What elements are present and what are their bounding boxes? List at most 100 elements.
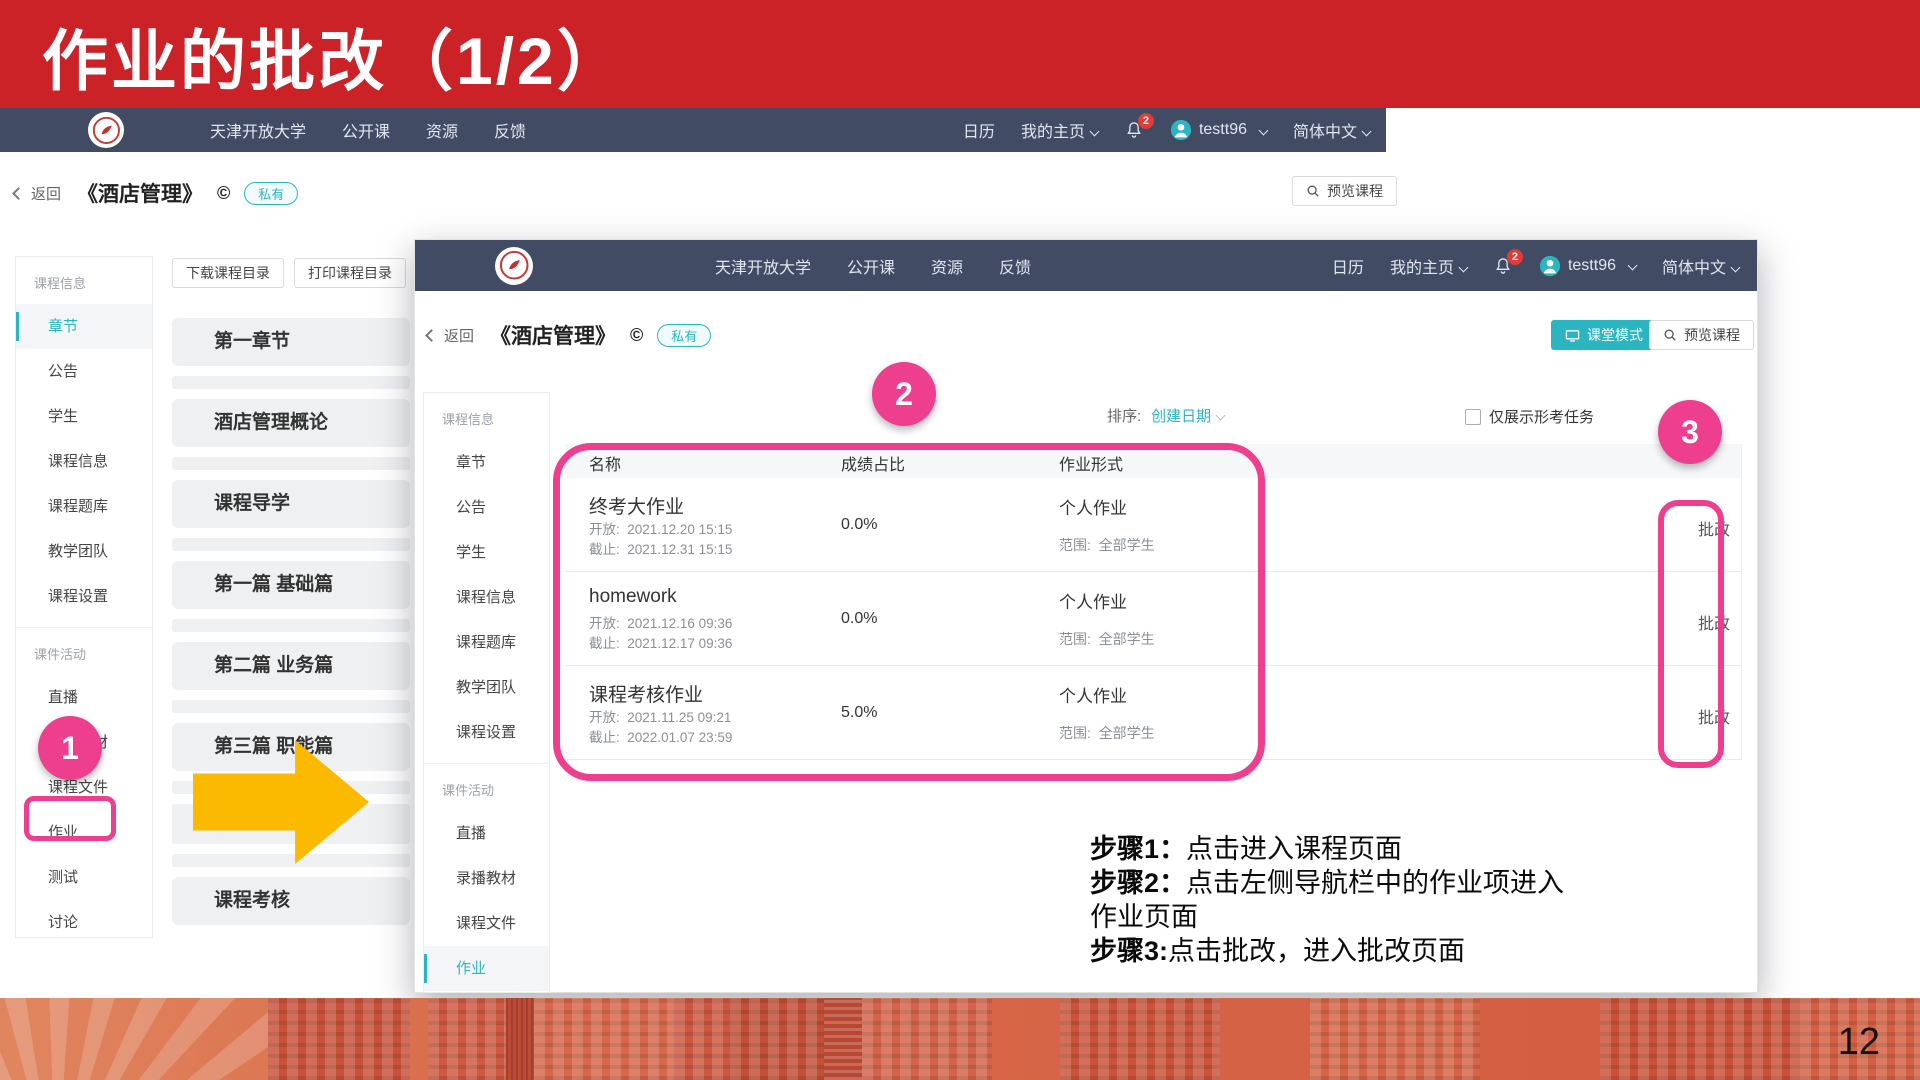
my-home-dropdown[interactable]: 我的主页 xyxy=(1021,118,1098,142)
sidebar-section-info: 课程信息 xyxy=(424,393,549,440)
chevron-down-icon xyxy=(1731,262,1741,272)
sidebar-item-course-info[interactable]: 课程信息 xyxy=(16,439,152,484)
sidebar-item-chapters[interactable]: 章节 xyxy=(424,440,549,485)
sidebar-section-activity: 课件活动 xyxy=(424,764,549,811)
footer-building xyxy=(1310,998,1480,1080)
chapter-block[interactable]: 课程导学 xyxy=(172,480,410,528)
chapter-block[interactable]: 第一章节 xyxy=(172,318,410,366)
nav-item-university[interactable]: 天津开放大学 xyxy=(715,254,811,278)
nav-item-open-courses[interactable]: 公开课 xyxy=(847,254,895,278)
course-title: 《酒店管理》 xyxy=(77,178,203,208)
presentation-icon xyxy=(1565,328,1580,343)
sidebar-item-teaching-team[interactable]: 教学团队 xyxy=(424,665,549,710)
sidebar-item-chapters[interactable]: 章节 xyxy=(16,304,152,349)
sidebar-item-live[interactable]: 直播 xyxy=(16,675,152,720)
visibility-badge: 私有 xyxy=(657,324,711,347)
chevron-down-icon xyxy=(1459,262,1469,272)
user-menu[interactable]: testt96 xyxy=(1170,119,1267,141)
download-catalog-button[interactable]: 下载课程目录 xyxy=(172,258,284,288)
chapter-block[interactable]: 第二篇 业务篇 xyxy=(172,642,410,690)
sidebar-item-students[interactable]: 学生 xyxy=(424,530,549,575)
user-menu[interactable]: testt96 xyxy=(1539,255,1636,277)
sidebar-item-live[interactable]: 直播 xyxy=(424,811,549,856)
nav-item-feedback[interactable]: 反馈 xyxy=(494,118,526,142)
nav-item-resources[interactable]: 资源 xyxy=(426,118,458,142)
filter-label: 仅展示形考任务 xyxy=(1489,406,1594,427)
nav-item-open-courses[interactable]: 公开课 xyxy=(342,118,390,142)
sidebar-item-course-files[interactable]: 课程文件 xyxy=(424,901,549,946)
university-logo-icon xyxy=(88,112,124,148)
preview-course-button[interactable]: 预览课程 xyxy=(1649,320,1754,350)
highlight-box-assignments-table xyxy=(553,443,1265,781)
sidebar-item-discussions[interactable]: 讨论 xyxy=(16,900,152,945)
chevron-down-icon xyxy=(1090,127,1100,137)
sort-value: 创建日期 xyxy=(1151,405,1211,426)
my-home-dropdown[interactable]: 我的主页 xyxy=(1390,254,1467,278)
highlight-box-assignments-item xyxy=(24,796,116,841)
sort-label: 排序: xyxy=(1107,405,1141,426)
language-dropdown[interactable]: 简体中文 xyxy=(1662,254,1739,278)
sidebar-item-announcements[interactable]: 公告 xyxy=(16,349,152,394)
back-button[interactable]: 返回 xyxy=(31,183,61,204)
notification-badge: 2 xyxy=(1138,113,1154,129)
calendar-link[interactable]: 日历 xyxy=(1332,254,1364,278)
footer-building xyxy=(862,998,992,1080)
chapter-block[interactable]: 课程考核 xyxy=(172,877,410,925)
footer-building xyxy=(534,998,674,1080)
sidebar-item-assignments[interactable]: 作业 xyxy=(424,946,549,991)
chevron-down-icon xyxy=(1259,125,1269,135)
sidebar-item-recordings[interactable]: 录播教材 xyxy=(424,856,549,901)
filter-control: 仅展示形考任务 xyxy=(1465,406,1594,427)
print-catalog-button[interactable]: 打印课程目录 xyxy=(294,258,406,288)
sidebar-item-tests[interactable]: 测试 xyxy=(16,855,152,900)
sort-control[interactable]: 排序: 创建日期 xyxy=(1107,405,1224,426)
back-button[interactable]: 返回 xyxy=(444,325,474,346)
nav-item-feedback[interactable]: 反馈 xyxy=(999,254,1031,278)
sidebar-item-students[interactable]: 学生 xyxy=(16,394,152,439)
copyright-mark: © xyxy=(630,325,643,346)
steps-instructions: 步骤1：点击进入课程页面 步骤2：点击左侧导航栏中的作业项进入作业页面 步骤3:… xyxy=(1090,832,1568,968)
sidebar-item-teaching-team[interactable]: 教学团队 xyxy=(16,529,152,574)
filter-checkbox[interactable] xyxy=(1465,409,1481,425)
footer-building xyxy=(824,998,862,1080)
notifications-button[interactable]: 2 xyxy=(1493,256,1513,276)
footer-building xyxy=(506,998,534,1080)
slide: 作业的批改（1/2） 天津开放大学 公开课 资源 反馈 日历 我的主页 2 te… xyxy=(0,0,1920,1080)
sidebar-item-question-bank[interactable]: 课程题库 xyxy=(16,484,152,529)
chapter-block[interactable]: 第三篇 职能篇 xyxy=(172,723,410,771)
chapter-row-stub xyxy=(172,457,410,470)
course-header-shot1: 返回 《酒店管理》 © 私有 xyxy=(14,178,298,208)
slide-title-bar: 作业的批改（1/2） xyxy=(0,0,1920,108)
chapter-block[interactable]: 第一篇 基础篇 xyxy=(172,561,410,609)
footer-building xyxy=(730,998,824,1080)
sidebar-section-activity: 课件活动 xyxy=(16,628,152,675)
language-dropdown[interactable]: 简体中文 xyxy=(1293,118,1370,142)
chevron-down-icon xyxy=(1628,261,1638,271)
notification-badge: 2 xyxy=(1507,249,1523,265)
chapter-row-stub xyxy=(172,854,410,867)
nav-item-university[interactable]: 天津开放大学 xyxy=(210,118,306,142)
notifications-button[interactable]: 2 xyxy=(1124,120,1144,140)
university-logo-icon xyxy=(495,247,533,285)
course-header-shot2: 返回 《酒店管理》 © 私有 xyxy=(427,320,711,350)
sidebar-item-announcements[interactable]: 公告 xyxy=(424,485,549,530)
avatar-icon xyxy=(1170,119,1192,141)
step-badge-1: 1 xyxy=(38,716,102,780)
nav-item-resources[interactable]: 资源 xyxy=(931,254,963,278)
calendar-link[interactable]: 日历 xyxy=(963,118,995,142)
sidebar-item-course-info[interactable]: 课程信息 xyxy=(424,575,549,620)
sidebar-item-course-settings[interactable]: 课程设置 xyxy=(424,710,549,755)
avatar-icon xyxy=(1539,255,1561,277)
search-icon xyxy=(1663,328,1677,342)
sidebar-item-question-bank[interactable]: 课程题库 xyxy=(424,620,549,665)
classroom-mode-button[interactable]: 课堂模式 xyxy=(1551,320,1657,350)
chapter-row-stub xyxy=(172,700,410,713)
chapter-block[interactable]: 酒店管理概论 xyxy=(172,399,410,447)
footer-building xyxy=(1060,998,1220,1080)
chevron-down-icon xyxy=(1362,127,1372,137)
page-title: 作业的批改（1/2） xyxy=(42,8,626,104)
sidebar-item-course-settings[interactable]: 课程设置 xyxy=(16,574,152,619)
preview-course-button[interactable]: 预览课程 xyxy=(1292,176,1397,206)
search-icon xyxy=(1306,184,1320,198)
back-chevron-icon xyxy=(12,187,25,200)
